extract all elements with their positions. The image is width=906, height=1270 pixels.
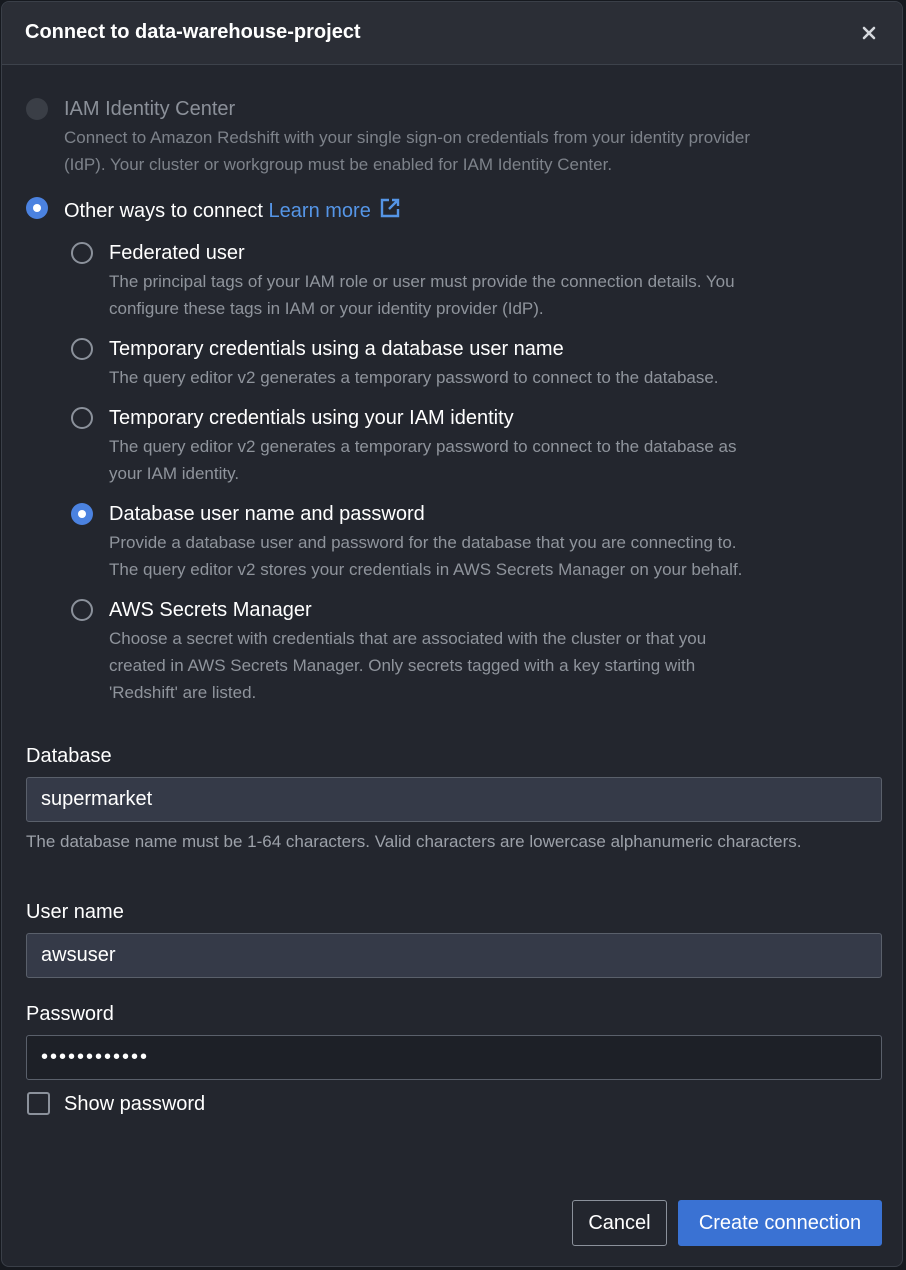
description-line: Connect to Amazon Redshift with your sin…: [64, 128, 751, 147]
create-connection-button[interactable]: Create connection: [678, 1200, 882, 1246]
learn-more-link[interactable]: Learn more: [269, 198, 402, 222]
description-line: created in AWS Secrets Manager. Only sec…: [109, 656, 696, 675]
cancel-button[interactable]: Cancel: [572, 1200, 667, 1246]
database-input[interactable]: [26, 777, 882, 822]
radio-federated-user[interactable]: [71, 242, 93, 264]
description-line: configure these tags in IAM or your iden…: [109, 299, 544, 318]
description-line: your IAM identity.: [109, 464, 240, 483]
username-input[interactable]: [26, 933, 882, 978]
option-label-temp-credentials-iam: Temporary credentials using your IAM ide…: [109, 407, 514, 429]
option-description-temp-credentials-iam: The query editor v2 generates a temporar…: [109, 433, 736, 487]
option-label-iam-identity-center: IAM Identity Center: [64, 98, 236, 120]
option-description-federated-user: The principal tags of your IAM role or u…: [109, 268, 735, 322]
option-description-secrets-manager: Choose a secret with credentials that ar…: [109, 625, 706, 706]
show-password-label: Show password: [64, 1093, 206, 1115]
option-label-federated-user: Federated user: [109, 242, 245, 264]
option-description-db-user-password: Provide a database user and password for…: [109, 529, 742, 583]
password-input[interactable]: [26, 1035, 882, 1080]
option-label-temp-credentials-db-user: Temporary credentials using a database u…: [109, 338, 564, 360]
username-label: User name: [26, 901, 124, 923]
radio-other-ways[interactable]: [26, 197, 48, 219]
radio-secrets-manager[interactable]: [71, 599, 93, 621]
description-line: The query editor v2 stores your credenti…: [109, 560, 743, 579]
dialog-title: Connect to data-warehouse-project: [25, 21, 361, 43]
option-description-temp-credentials-db-user: The query editor v2 generates a temporar…: [109, 364, 719, 391]
description-line: The principal tags of your IAM role or u…: [109, 272, 735, 291]
option-description-iam-identity-center: Connect to Amazon Redshift with your sin…: [64, 124, 750, 178]
description-line: 'Redshift' are listed.: [109, 683, 257, 702]
radio-temp-credentials-iam[interactable]: [71, 407, 93, 429]
description-line: The query editor v2 generates a temporar…: [109, 368, 719, 387]
description-line: Provide a database user and password for…: [109, 533, 737, 552]
close-button[interactable]: [856, 20, 882, 46]
option-label-other-ways: Other ways to connect: [64, 200, 263, 222]
description-line: (IdP). Your cluster or workgroup must be…: [64, 155, 613, 174]
option-label-db-user-password: Database user name and password: [109, 503, 425, 525]
external-link-icon: [381, 198, 400, 218]
radio-db-user-password[interactable]: [71, 503, 93, 525]
description-line: Choose a secret with credentials that ar…: [109, 629, 707, 648]
radio-temp-credentials-db-user[interactable]: [71, 338, 93, 360]
database-label: Database: [26, 745, 112, 767]
close-icon: [862, 26, 876, 40]
description-line: The query editor v2 generates a temporar…: [109, 437, 737, 456]
radio-iam-identity-center: [26, 98, 48, 120]
password-label: Password: [26, 1003, 114, 1025]
connect-dialog: Connect to data-warehouse-project IAM Id…: [1, 1, 903, 1267]
show-password-checkbox[interactable]: [27, 1092, 50, 1115]
option-label-secrets-manager: AWS Secrets Manager: [109, 599, 312, 621]
option-other-ways: Other ways to connect Learn more: [64, 197, 401, 223]
database-help-text: The database name must be 1-64 character…: [26, 832, 802, 851]
dialog-header: Connect to data-warehouse-project: [2, 2, 902, 65]
